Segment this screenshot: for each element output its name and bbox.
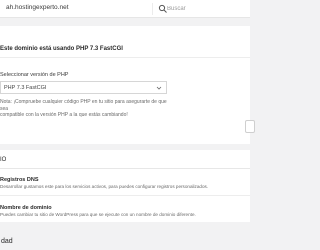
php-version-label: Seleccionar versión de PHP [0,72,69,78]
php-version-select[interactable]: PHP 7.3 FastCGI [0,81,167,94]
php-version-selected-value: PHP 7.3 FastCGI [4,85,47,91]
dns-records-link[interactable]: Registros DNS [0,177,39,183]
dns-records-description: Desarrollar gustamos este para los servi… [0,184,209,189]
divider [0,57,250,58]
search-box[interactable] [152,3,250,15]
search-input[interactable] [167,4,247,14]
php-note-line: compatible con la versión PHP a la que e… [0,112,128,118]
php-note-line: Nota: ¡Compruebe cualquier código PHP en… [0,99,167,112]
domain-settings-card: IO Registros DNS Desarrollar gustamos es… [0,150,250,222]
php-version-card: Este dominio está usando PHP 7.3 FastCGI… [0,26,255,144]
save-button[interactable] [245,120,255,133]
section-header: IO [0,157,7,163]
divider [0,195,250,196]
php-compatibility-note: Nota: ¡Compruebe cualquier código PHP en… [0,99,170,119]
top-bar: ah.hostingexperto.net [0,0,250,18]
divider [0,168,250,169]
page: ah.hostingexperto.net Este dominio está … [0,0,255,250]
section-title: dad [1,238,13,245]
domain-name-link[interactable]: Nombre de dominio [0,205,52,211]
php-status-heading: Este dominio está usando PHP 7.3 FastCGI [0,46,123,52]
domain-name-description: Puedes cambiar tu sitio de WordPress par… [0,212,196,217]
chevron-down-icon [156,86,162,90]
domain-name: ah.hostingexperto.net [6,4,69,11]
